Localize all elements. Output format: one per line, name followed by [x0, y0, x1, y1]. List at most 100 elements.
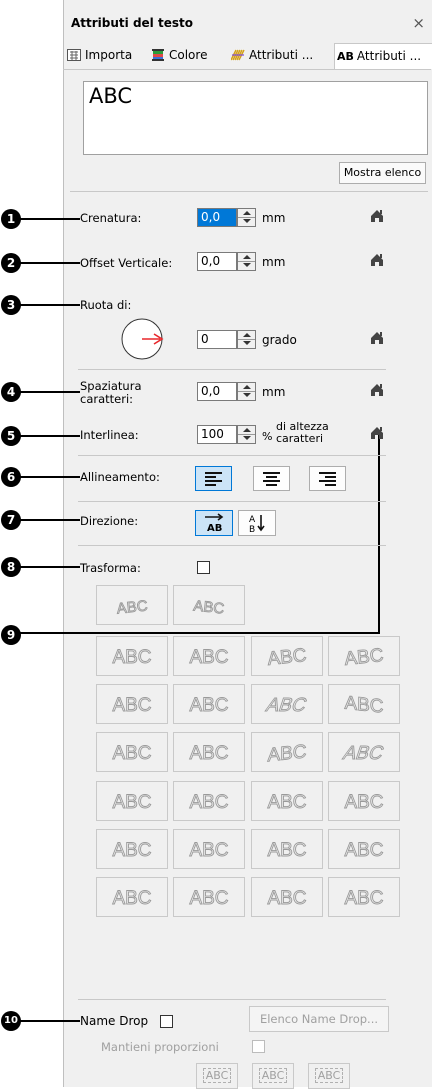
transform-shape-button[interactable]: ABC: [173, 732, 245, 772]
line-spacing-input[interactable]: 100: [197, 425, 237, 444]
panel-title: Attributi del testo: [71, 16, 193, 30]
callout-leader: [20, 519, 80, 521]
transform-shape-button[interactable]: ABC: [251, 684, 323, 724]
transform-shape-button[interactable]: ABC: [96, 877, 168, 917]
transform-shape-button[interactable]: ABC: [328, 684, 400, 724]
name-drop-list-button[interactable]: Elenco Name Drop...: [249, 1006, 389, 1032]
placement-option-button[interactable]: ABC: [308, 1063, 350, 1089]
transform-shape-button[interactable]: ABC: [96, 684, 168, 724]
rotate-value: 0: [201, 332, 209, 346]
reset-default-icon[interactable]: [370, 383, 384, 397]
align-center-button[interactable]: [253, 466, 290, 491]
transform-shape-button[interactable]: ABC: [251, 829, 323, 869]
transform-shape-button[interactable]: ABC: [251, 877, 323, 917]
transform-shape-button[interactable]: ABC: [328, 636, 400, 676]
tab-stitch-attributes-label: Attributi ...: [249, 48, 314, 62]
reset-default-icon[interactable]: [370, 331, 384, 345]
transform-shape-button[interactable]: ABC: [328, 877, 400, 917]
transform-shape-button[interactable]: ABC: [173, 585, 245, 625]
callout-leader: [20, 391, 80, 393]
line-spacing-unit: di altezza caratteri: [276, 420, 329, 445]
vertical-offset-input[interactable]: 0,0: [197, 252, 237, 271]
align-center-icon: [263, 472, 280, 486]
direction-horizontal-button[interactable]: AB: [195, 510, 233, 536]
char-spacing-input[interactable]: 0,0: [197, 382, 237, 401]
transform-shape-button[interactable]: ABC: [328, 732, 400, 772]
transform-shape-text: ABC: [189, 792, 228, 813]
transform-shape-button[interactable]: ABC: [96, 781, 168, 821]
transform-shape-button[interactable]: ABC: [96, 585, 168, 625]
vertical-offset-stepper[interactable]: [237, 252, 256, 271]
transform-shape-button[interactable]: ABC: [251, 636, 323, 676]
divider: [78, 369, 386, 370]
char-spacing-label: Spaziatura caratteri:: [80, 379, 142, 406]
transform-shape-button[interactable]: ABC: [96, 636, 168, 676]
transform-shape-text: ABC: [340, 742, 386, 763]
align-right-button[interactable]: [309, 466, 346, 491]
vertical-offset-value: 0,0: [201, 254, 221, 268]
stitch-attributes-icon: [231, 49, 245, 61]
callout-1: 1: [1, 209, 21, 229]
line-spacing-stepper[interactable]: [237, 425, 256, 444]
divider: [78, 545, 386, 546]
color-icon: [152, 49, 164, 61]
kerning-stepper[interactable]: [237, 208, 256, 227]
transform-shape-button[interactable]: ABC: [328, 829, 400, 869]
transform-shape-button[interactable]: ABC: [173, 636, 245, 676]
keep-proportions-label: Mantieni proporzioni: [101, 1040, 219, 1054]
transform-shape-button[interactable]: ABC: [96, 829, 168, 869]
reset-default-icon[interactable]: [370, 209, 384, 223]
rotate-stepper[interactable]: [237, 330, 256, 349]
align-left-button[interactable]: [195, 466, 232, 491]
transform-shape-button[interactable]: ABC: [173, 684, 245, 724]
transform-shape-button[interactable]: ABC: [173, 781, 245, 821]
transform-shape-icon: ABC: [267, 741, 307, 767]
transform-shape-text: ABC: [344, 888, 383, 909]
rotate-input[interactable]: 0: [197, 330, 237, 349]
rotate-label: Ruota di:: [80, 298, 132, 312]
placement-option-label: ABC: [314, 1068, 344, 1083]
transform-shape-button[interactable]: ABC: [173, 877, 245, 917]
callout-3: 3: [1, 295, 21, 315]
reset-default-icon[interactable]: [370, 253, 384, 267]
callout-10: 10: [1, 1011, 21, 1031]
tab-text-attributes-label: Attributi ...: [356, 49, 422, 63]
transform-shape-icon: ABC: [189, 840, 229, 862]
char-spacing-value: 0,0: [201, 384, 221, 398]
transform-shape-button[interactable]: ABC: [251, 781, 323, 821]
tab-text-attributes[interactable]: AB Attributi ...: [334, 43, 432, 69]
keep-proportions-checkbox[interactable]: [252, 1040, 265, 1053]
transform-shape-button[interactable]: ABC: [173, 829, 245, 869]
transform-shape-icon: ABC: [263, 694, 310, 716]
import-icon: [67, 49, 81, 61]
transform-shape-button[interactable]: ABC: [96, 732, 168, 772]
show-list-button[interactable]: Mostra elenco: [339, 162, 426, 184]
transform-shape-icon: ABC: [112, 888, 152, 910]
tab-color[interactable]: Colore: [149, 43, 229, 67]
direction-vertical-button[interactable]: AB: [238, 510, 276, 536]
text-attributes-icon: AB: [337, 50, 354, 63]
tab-color-label: Colore: [169, 48, 208, 62]
tab-import[interactable]: Importa: [65, 43, 149, 67]
tab-stitch-attributes[interactable]: Attributi ...: [229, 43, 319, 67]
name-drop-checkbox[interactable]: [160, 1015, 173, 1028]
transform-shape-button[interactable]: ABC: [328, 781, 400, 821]
rotation-dial[interactable]: [120, 317, 164, 361]
transform-shape-button[interactable]: ABC: [251, 732, 323, 772]
transform-checkbox[interactable]: [197, 561, 210, 574]
callout-leader: [20, 632, 380, 634]
transform-shape-icon: ABC: [267, 840, 307, 862]
transform-shape-text: ABC: [267, 888, 306, 909]
align-right-icon: [319, 472, 336, 486]
close-icon[interactable]: ×: [412, 14, 425, 32]
callout-6: 6: [1, 467, 21, 487]
placement-option-button[interactable]: ABC: [252, 1063, 294, 1089]
direction-label: Direzione:: [80, 514, 139, 528]
text-input-value: ABC: [89, 84, 133, 108]
text-input-area[interactable]: ABC: [83, 81, 428, 155]
panel-titlebar: Attributi del testo ×: [63, 12, 431, 38]
placement-option-button[interactable]: ABC: [196, 1063, 238, 1089]
reset-default-icon[interactable]: [370, 426, 384, 440]
char-spacing-stepper[interactable]: [237, 382, 256, 401]
kerning-input[interactable]: 0,0: [197, 208, 237, 227]
